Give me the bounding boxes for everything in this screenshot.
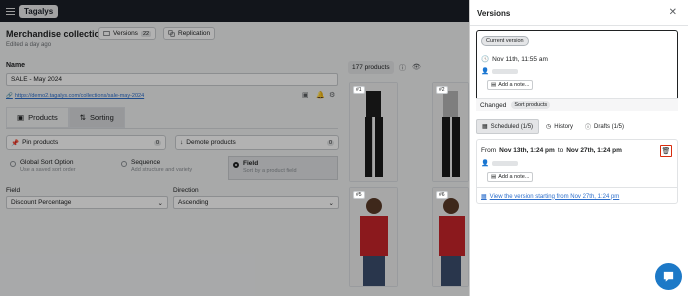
product-rank: #6 — [436, 191, 448, 199]
view-version-link-text: View the version starting from Nov 27th,… — [489, 193, 620, 200]
delete-schedule-button[interactable]: 🗑 — [660, 145, 672, 157]
redacted-user — [492, 160, 519, 166]
sched-to-word: to — [557, 147, 564, 154]
changed-row: Changed Sort products — [476, 98, 678, 111]
user-icon: 👤 — [481, 68, 490, 75]
tab-scheduled[interactable]: ▦ Scheduled (1/5) — [476, 119, 540, 134]
tab-history-label: History — [554, 123, 573, 130]
history-icon: ◷ — [546, 124, 552, 130]
redacted-user — [492, 68, 519, 74]
scheduled-version-card: From Nov 13th, 1:24 pm to Nov 27th, 1:24… — [476, 139, 678, 204]
schedule-range: From Nov 13th, 1:24 pm to Nov 27th, 1:24… — [481, 147, 622, 154]
calendar-icon: ▦ — [482, 124, 488, 130]
note-icon: ▤ — [491, 174, 497, 180]
user-icon: 👤 — [481, 160, 490, 167]
add-note-label: Add a note... — [498, 82, 530, 88]
current-version-time: Nov 11th, 11:55 am — [492, 55, 548, 63]
sched-from-prefix: From — [481, 147, 497, 154]
calendar-icon: ▦ — [481, 194, 487, 200]
sched-user-row: 👤 — [481, 159, 519, 167]
clock-icon: 🕓 — [481, 56, 490, 63]
tab-history[interactable]: ◷ History — [541, 119, 578, 134]
modal-overlay[interactable] — [0, 0, 469, 296]
tab-drafts[interactable]: ⓘ Drafts (1/5) — [580, 119, 629, 134]
changed-tag: Sort products — [511, 101, 551, 109]
changed-label: Changed — [480, 101, 507, 109]
add-note-button[interactable]: ▤ Add a note... — [487, 80, 534, 90]
current-version-time-row: 🕓 Nov 11th, 11:55 am — [481, 55, 548, 64]
tab-drafts-label: Drafts (1/5) — [593, 123, 624, 130]
panel-title: Versions — [477, 9, 511, 18]
sched-add-note-button[interactable]: ▤ Add a note... — [487, 172, 534, 182]
tab-scheduled-label: Scheduled (1/5) — [490, 123, 534, 130]
trash-icon: 🗑 — [661, 148, 671, 155]
product-rank: #2 — [436, 86, 448, 94]
panel-divider — [470, 25, 688, 26]
chat-button[interactable] — [655, 263, 682, 290]
versions-panel: Versions ✕ Current version 🕓 Nov 11th, 1… — [469, 0, 688, 296]
sched-to: Nov 27th, 1:24 pm — [566, 147, 622, 154]
chat-icon — [663, 271, 674, 282]
close-icon[interactable]: ✕ — [669, 7, 677, 18]
sched-from: Nov 13th, 1:24 pm — [499, 147, 555, 154]
view-version-link[interactable]: ▦ View the version starting from Nov 27t… — [481, 193, 620, 201]
product-rank: #5 — [353, 191, 365, 199]
product-rank: #1 — [353, 86, 365, 94]
current-version-user-row: 👤 — [481, 67, 519, 75]
note-icon: ▤ — [491, 82, 497, 88]
info-icon: ⓘ — [584, 125, 591, 131]
sched-add-note-label: Add a note... — [498, 174, 530, 180]
versions-tab-bar: ▦ Scheduled (1/5) ◷ History ⓘ Drafts (1/… — [476, 119, 629, 134]
current-version-badge: Current version — [481, 36, 529, 46]
sched-divider — [477, 187, 677, 188]
